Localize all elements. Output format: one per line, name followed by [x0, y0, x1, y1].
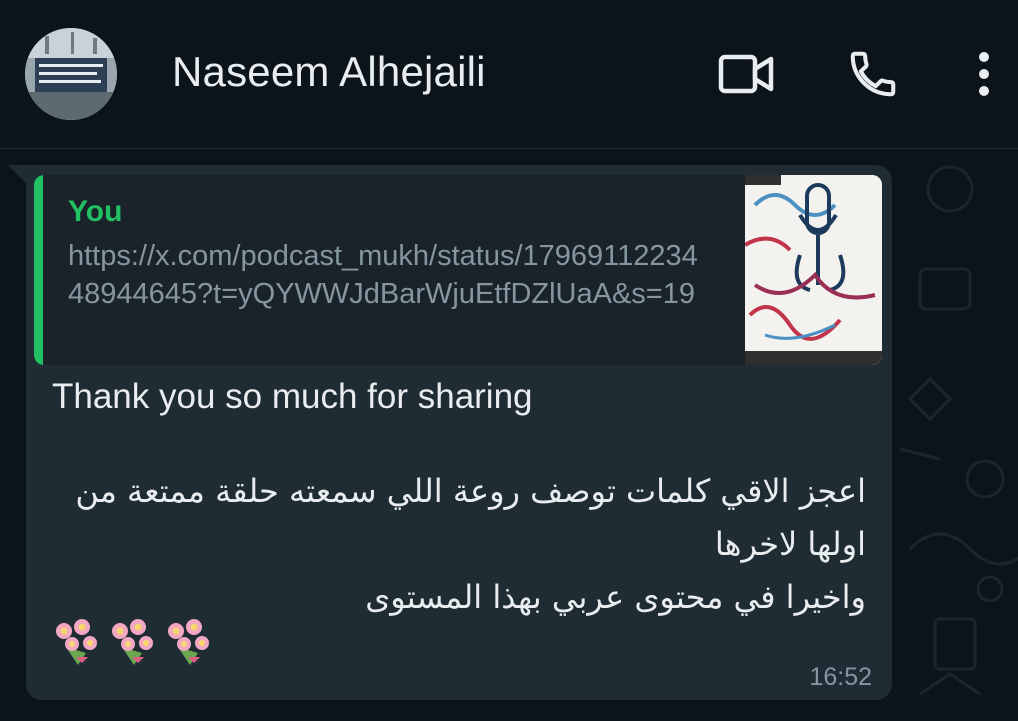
quoted-message[interactable]: You https://x.com/podcast_mukh/status/17…	[34, 175, 882, 365]
bouquet-icon	[56, 619, 97, 665]
contact-avatar[interactable]	[25, 28, 117, 120]
message-bubble[interactable]: You https://x.com/podcast_mukh/status/17…	[26, 165, 892, 700]
quote-link-text: https://x.com/podcast_mukh/status/179691…	[68, 240, 698, 310]
emoji-row	[50, 617, 214, 669]
video-call-icon[interactable]	[716, 44, 776, 104]
more-options-icon[interactable]	[954, 44, 1014, 104]
contact-name[interactable]: Naseem Alhejaili	[172, 48, 486, 96]
message-text-ar-line: اعجز الاقي كلمات توصف روعة اللي سمعته حل…	[75, 472, 866, 510]
chat-header: Naseem Alhejaili	[0, 0, 1018, 149]
message-timestamp: 16:52	[809, 663, 872, 691]
bouquet-icon	[168, 619, 209, 665]
message-text-ar-line: اولها لاخرها	[714, 525, 866, 563]
chat-area[interactable]: You https://x.com/podcast_mukh/status/17…	[0, 149, 1018, 721]
bubble-tail	[8, 165, 26, 183]
bouquet-icon	[112, 619, 153, 665]
message-text-ar: اعجز الاقي كلمات توصف روعة اللي سمعته حل…	[56, 465, 866, 624]
quote-accent-bar	[34, 175, 43, 365]
quote-author: You	[68, 195, 123, 228]
message-text-en: Thank you so much for sharing	[52, 377, 533, 416]
voice-call-icon[interactable]	[843, 44, 903, 104]
quote-thumbnail	[745, 175, 882, 365]
